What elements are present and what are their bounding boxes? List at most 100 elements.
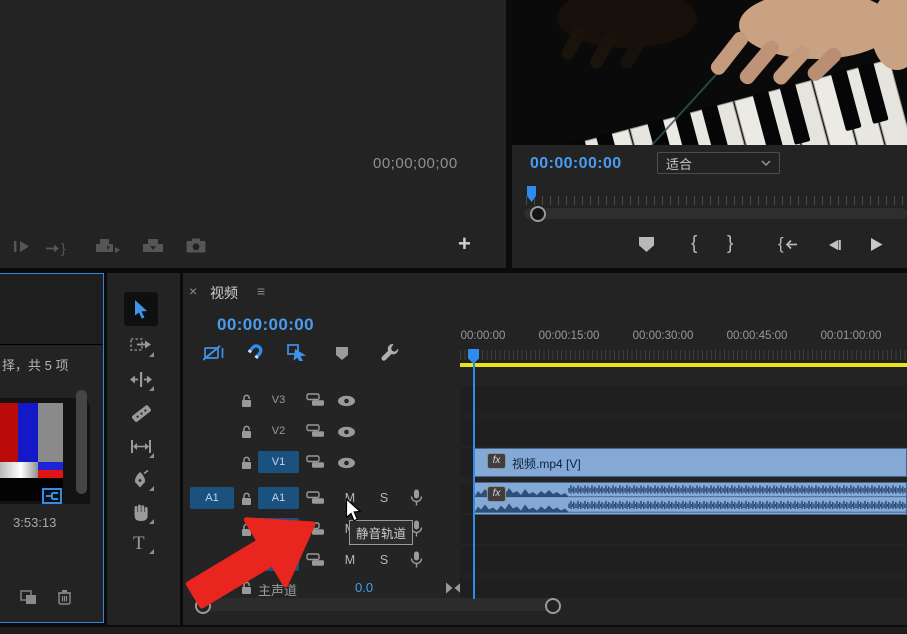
tools-panel: T (107, 273, 180, 625)
master-volume-value[interactable]: 0.0 (355, 580, 373, 595)
track-label[interactable]: V3 (258, 389, 299, 411)
panel-menu-icon[interactable]: ≡ (257, 283, 265, 299)
track-header-v2: V2 (183, 417, 459, 446)
timeline-settings-wrench-icon[interactable] (379, 342, 400, 363)
track-content-master (460, 577, 907, 598)
pen-tool[interactable] (130, 469, 152, 491)
color-bars-thumbnail[interactable] (0, 403, 63, 501)
ruler-label: 00:00:45:00 (712, 330, 802, 342)
mute-button[interactable]: M (343, 553, 357, 567)
mute-track-tooltip: 静音轨道 (349, 520, 413, 545)
track-content-a2[interactable] (460, 515, 907, 544)
slip-tool[interactable] (130, 436, 152, 458)
program-scrub-bar[interactable] (524, 208, 907, 219)
lock-icon[interactable] (240, 425, 253, 439)
go-to-in-icon[interactable]: { (778, 234, 798, 254)
add-marker-icon[interactable] (639, 237, 654, 252)
program-mini-ruler[interactable] (526, 196, 907, 205)
track-visibility-eye-icon[interactable] (337, 426, 356, 438)
ruler-label: 00:00:15:00 (524, 330, 614, 342)
mark-in-icon[interactable]: { (691, 233, 697, 255)
audio-clip[interactable]: fx (474, 482, 907, 515)
ruler-label: 00:00:30:00 (618, 330, 708, 342)
ruler-label: 00:01:00:00 (806, 330, 896, 342)
nest-insert-toggle-icon[interactable] (203, 344, 225, 362)
zoom-level-value: 适合 (666, 154, 692, 173)
sync-lock-icon[interactable] (306, 455, 325, 469)
track-label[interactable]: V2 (258, 420, 299, 442)
voiceover-mic-icon[interactable] (410, 489, 423, 507)
track-header-v3: V3 (183, 386, 459, 415)
track-visibility-eye-icon[interactable] (337, 395, 356, 407)
program-monitor-panel: 00:00:00:00 适合 { } { (512, 0, 907, 268)
ripple-edit-tool[interactable] (130, 369, 152, 391)
item-duration: 3:53:13 (13, 515, 56, 530)
tab-title[interactable]: 视频 (210, 283, 238, 303)
program-timecode[interactable]: 00:00:00:00 (530, 155, 622, 173)
type-tool-icon: T (133, 533, 145, 554)
ruler-label: 00:00:00:00 (460, 330, 520, 342)
selection-tool[interactable] (124, 292, 158, 326)
audio-waveform (475, 483, 906, 514)
play-in-to-out-icon[interactable] (13, 240, 30, 253)
timeline-timecode[interactable]: 00:00:00:00 (217, 315, 314, 335)
close-tab-icon[interactable]: × (189, 283, 197, 299)
track-content-v2[interactable] (460, 417, 907, 446)
source-timecode: 00;00;00;00 (373, 155, 458, 172)
lock-icon[interactable] (240, 394, 253, 408)
track-visibility-eye-icon[interactable] (337, 457, 356, 469)
playhead-line[interactable] (473, 349, 475, 599)
fx-badge: fx (487, 486, 506, 502)
sync-lock-icon[interactable] (306, 393, 325, 407)
timeline-add-marker-icon[interactable] (335, 346, 349, 361)
selection-tool-icon (131, 299, 151, 319)
zoom-handle-right[interactable] (545, 598, 561, 614)
lift-icon[interactable] (95, 238, 123, 254)
source-monitor-panel: 00;00;00;00 } + (0, 0, 506, 268)
mouse-cursor (345, 498, 362, 523)
new-item-icon[interactable] (20, 590, 37, 605)
track-header-v1: V1 (183, 448, 459, 477)
lock-icon[interactable] (240, 492, 253, 506)
track-select-tool[interactable] (130, 335, 152, 357)
sequence-badge-icon[interactable] (42, 488, 62, 504)
solo-button[interactable]: S (377, 553, 391, 567)
sync-lock-icon[interactable] (306, 491, 325, 505)
mark-out-icon[interactable]: } (727, 233, 733, 255)
step-back-icon[interactable] (827, 239, 842, 251)
type-tool[interactable]: T (133, 533, 145, 555)
play-icon[interactable] (869, 237, 884, 252)
program-scrub-handle[interactable] (530, 206, 546, 222)
program-video-frame (512, 0, 907, 145)
export-frame-camera-icon[interactable] (186, 238, 206, 253)
insert-icon[interactable]: } (46, 240, 66, 256)
extract-icon[interactable] (142, 238, 166, 254)
sync-lock-icon[interactable] (306, 424, 325, 438)
ruler-ticks[interactable] (460, 350, 907, 360)
snap-magnet-icon[interactable] (246, 343, 264, 361)
zoom-level-dropdown[interactable]: 适合 (657, 152, 780, 174)
playhead-head[interactable] (468, 349, 479, 364)
project-preview-area (0, 274, 103, 345)
annotation-arrow (180, 505, 325, 615)
project-scrollbar[interactable] (76, 390, 87, 494)
track-content-v3[interactable] (460, 386, 907, 415)
selection-status: 择，共 5 项 (2, 355, 68, 374)
premiere-pro-window: 00;00;00;00 } + (0, 0, 907, 634)
voiceover-mic-icon[interactable] (410, 551, 423, 569)
linked-selection-icon[interactable] (287, 343, 309, 361)
video-clip[interactable]: fx 视频.mp4 [V] (474, 448, 907, 477)
hand-tool[interactable] (130, 502, 152, 524)
add-button-icon[interactable]: + (458, 231, 471, 257)
razor-icon (130, 402, 152, 424)
render-bar (460, 363, 907, 367)
trash-icon[interactable] (57, 589, 72, 605)
solo-button[interactable]: S (377, 491, 391, 505)
track-label-targeted[interactable]: V1 (258, 451, 299, 473)
razor-tool[interactable] (130, 402, 152, 424)
lock-icon[interactable] (240, 456, 253, 470)
time-ruler[interactable]: 00:00:00:00 00:00:15:00 00:00:30:00 00:0… (460, 330, 907, 345)
clip-name: 视频.mp4 [V] (512, 455, 581, 472)
fx-badge: fx (487, 453, 506, 469)
track-content-a3[interactable] (460, 546, 907, 575)
